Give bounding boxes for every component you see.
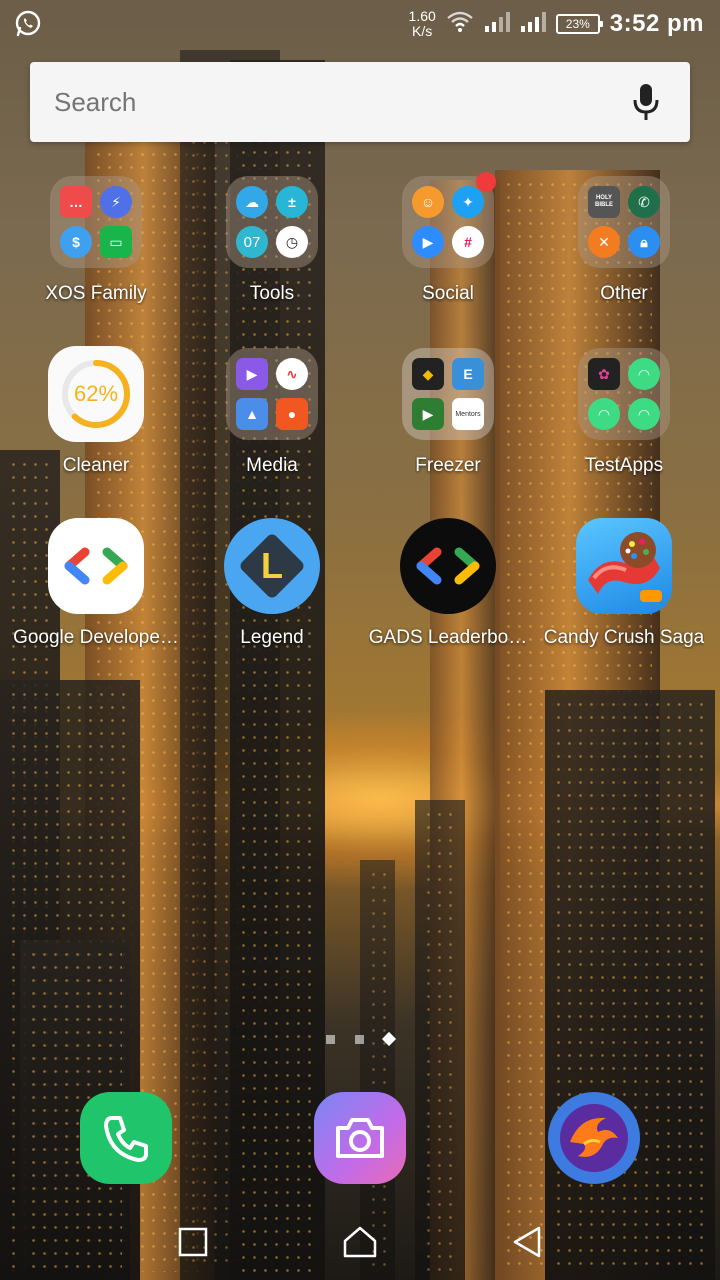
folder-media[interactable]: ▶ ∿ ▲ ● Media — [184, 346, 360, 518]
phone-icon — [80, 1092, 172, 1184]
mic-icon[interactable] — [626, 78, 666, 126]
phone-app[interactable] — [80, 1092, 172, 1184]
android-icon: ◠ — [588, 398, 620, 430]
xender-icon: ✕ — [588, 226, 620, 258]
app-label: Freezer — [415, 455, 481, 476]
gads-icon — [400, 518, 496, 614]
gallery-icon: ▲ — [236, 398, 268, 430]
legend-letter: L — [261, 545, 283, 586]
file-manager-icon: E — [452, 358, 484, 390]
folder-icon: ✿ ◠ ◠ ◠ — [578, 348, 670, 440]
folder-icon: ▶ ∿ ▲ ● — [226, 348, 318, 440]
folder-other[interactable]: HOLY BIBLE ✆ ✕ 🔒︎ Other — [536, 174, 712, 346]
camera-icon — [314, 1092, 406, 1184]
net-speed: 1.60 K/s — [409, 9, 436, 39]
binance-icon: ◆ — [412, 358, 444, 390]
festival-icon: ✿ — [588, 358, 620, 390]
back-icon[interactable] — [505, 1220, 549, 1264]
android-icon: ◠ — [628, 358, 660, 390]
app-label: Media — [246, 455, 298, 476]
app-label: Candy Crush Saga — [543, 627, 705, 648]
bible-icon: HOLY BIBLE — [588, 186, 620, 218]
twitter-icon: ✦ — [452, 186, 484, 218]
boost-icon: ⚡ — [100, 186, 132, 218]
recents-icon[interactable] — [171, 1220, 215, 1264]
mentors-icon: Mentors — [452, 398, 484, 430]
dock — [0, 1092, 720, 1184]
google-developers-icon — [48, 518, 144, 614]
calculator-icon: ± — [276, 186, 308, 218]
app-label: XOS Family — [45, 283, 147, 304]
folder-testapps[interactable]: ✿ ◠ ◠ ◠ TestApps — [536, 346, 712, 518]
app-google-developers[interactable]: Google Develope… — [8, 518, 184, 690]
page-indicator — [0, 1031, 720, 1047]
home-icon[interactable] — [338, 1220, 382, 1264]
search-input[interactable]: Search — [54, 87, 626, 118]
app-label: Cleaner — [62, 455, 130, 476]
phoenix-browser-icon — [548, 1092, 640, 1184]
phoenix-browser-app[interactable] — [548, 1092, 640, 1184]
app-label: Tools — [249, 283, 295, 304]
video-icon: ▶ — [236, 358, 268, 390]
signal-icon-sim1 — [484, 11, 510, 38]
book-icon: ▭ — [100, 226, 132, 258]
app-label: TestApps — [584, 455, 664, 476]
app-cleaner[interactable]: 62% Cleaner — [8, 346, 184, 518]
status-bar: 1.60 K/s 23% 3:52 pm — [0, 0, 720, 48]
folder-icon: ◆ E ▶ Mentors — [402, 348, 494, 440]
net-speed-value: 1.60 — [408, 8, 436, 24]
whatsapp-icon — [14, 10, 42, 38]
app-gads-leaderboard[interactable]: GADS Leaderbo… — [360, 518, 536, 690]
music-icon: ● — [276, 398, 308, 430]
cleaner-percent: 62% — [74, 381, 118, 406]
folder-tools[interactable]: ☁ ± 07 ◷ Tools — [184, 174, 360, 346]
cleaner-icon: 62% — [48, 346, 144, 442]
pay-icon: $ — [60, 226, 92, 258]
clock-icon: ◷ — [276, 226, 308, 258]
wifi-icon — [446, 11, 474, 38]
camera-app[interactable] — [314, 1092, 406, 1184]
search-bar[interactable]: Search — [30, 62, 690, 142]
app-label: Google Develope… — [13, 627, 179, 648]
app-legend[interactable]: L Legend — [184, 518, 360, 690]
app-label: GADS Leaderbo… — [368, 627, 528, 648]
calendar-icon: 07 — [236, 226, 268, 258]
lock-icon: 🔒︎ — [628, 226, 660, 258]
candy-crush-icon — [576, 518, 672, 614]
page-dot[interactable] — [355, 1034, 364, 1044]
folder-social[interactable]: ☺ ✦ ▶ # Social — [360, 172, 536, 346]
slack-icon: # — [452, 226, 484, 258]
zoom-icon: ▶ — [412, 226, 444, 258]
navigation-bar — [0, 1204, 720, 1280]
folder-icon: ☁ ± 07 ◷ — [226, 176, 318, 268]
app-label: Legend — [240, 627, 304, 648]
battery-indicator: 23% — [555, 14, 603, 34]
folder-icon: … ⚡ $ ▭ — [50, 176, 142, 268]
page-dot[interactable] — [326, 1034, 335, 1044]
android-icon: ◠ — [628, 398, 660, 430]
folder-freezer[interactable]: ◆ E ▶ Mentors Freezer — [360, 346, 536, 518]
app-candy-crush[interactable]: Candy Crush Saga — [536, 518, 712, 690]
folder-icon: HOLY BIBLE ✆ ✕ 🔒︎ — [578, 176, 670, 268]
page-dot-active[interactable] — [381, 1031, 397, 1047]
app-grid: … ⚡ $ ▭ XOS Family ☁ ± 07 ◷ Tools ☺ ✦ ▶ — [8, 172, 712, 690]
whatsapp-business-icon: ✆ — [628, 186, 660, 218]
cloud-icon: ☁ — [236, 186, 268, 218]
net-speed-unit: K/s — [412, 23, 433, 39]
recorder-icon: ∿ — [276, 358, 308, 390]
chat-bubble-icon: … — [60, 186, 92, 218]
contacts-icon: ☺ — [412, 186, 444, 218]
signal-icon-sim2 — [520, 11, 546, 38]
clock: 3:52 pm — [609, 10, 704, 37]
folder-xos-family[interactable]: … ⚡ $ ▭ XOS Family — [8, 174, 184, 346]
notification-badge — [476, 172, 496, 192]
play-store-icon: ▶ — [412, 398, 444, 430]
app-label: Social — [422, 283, 474, 304]
legend-icon: L — [224, 518, 320, 614]
app-label: Other — [600, 283, 648, 304]
